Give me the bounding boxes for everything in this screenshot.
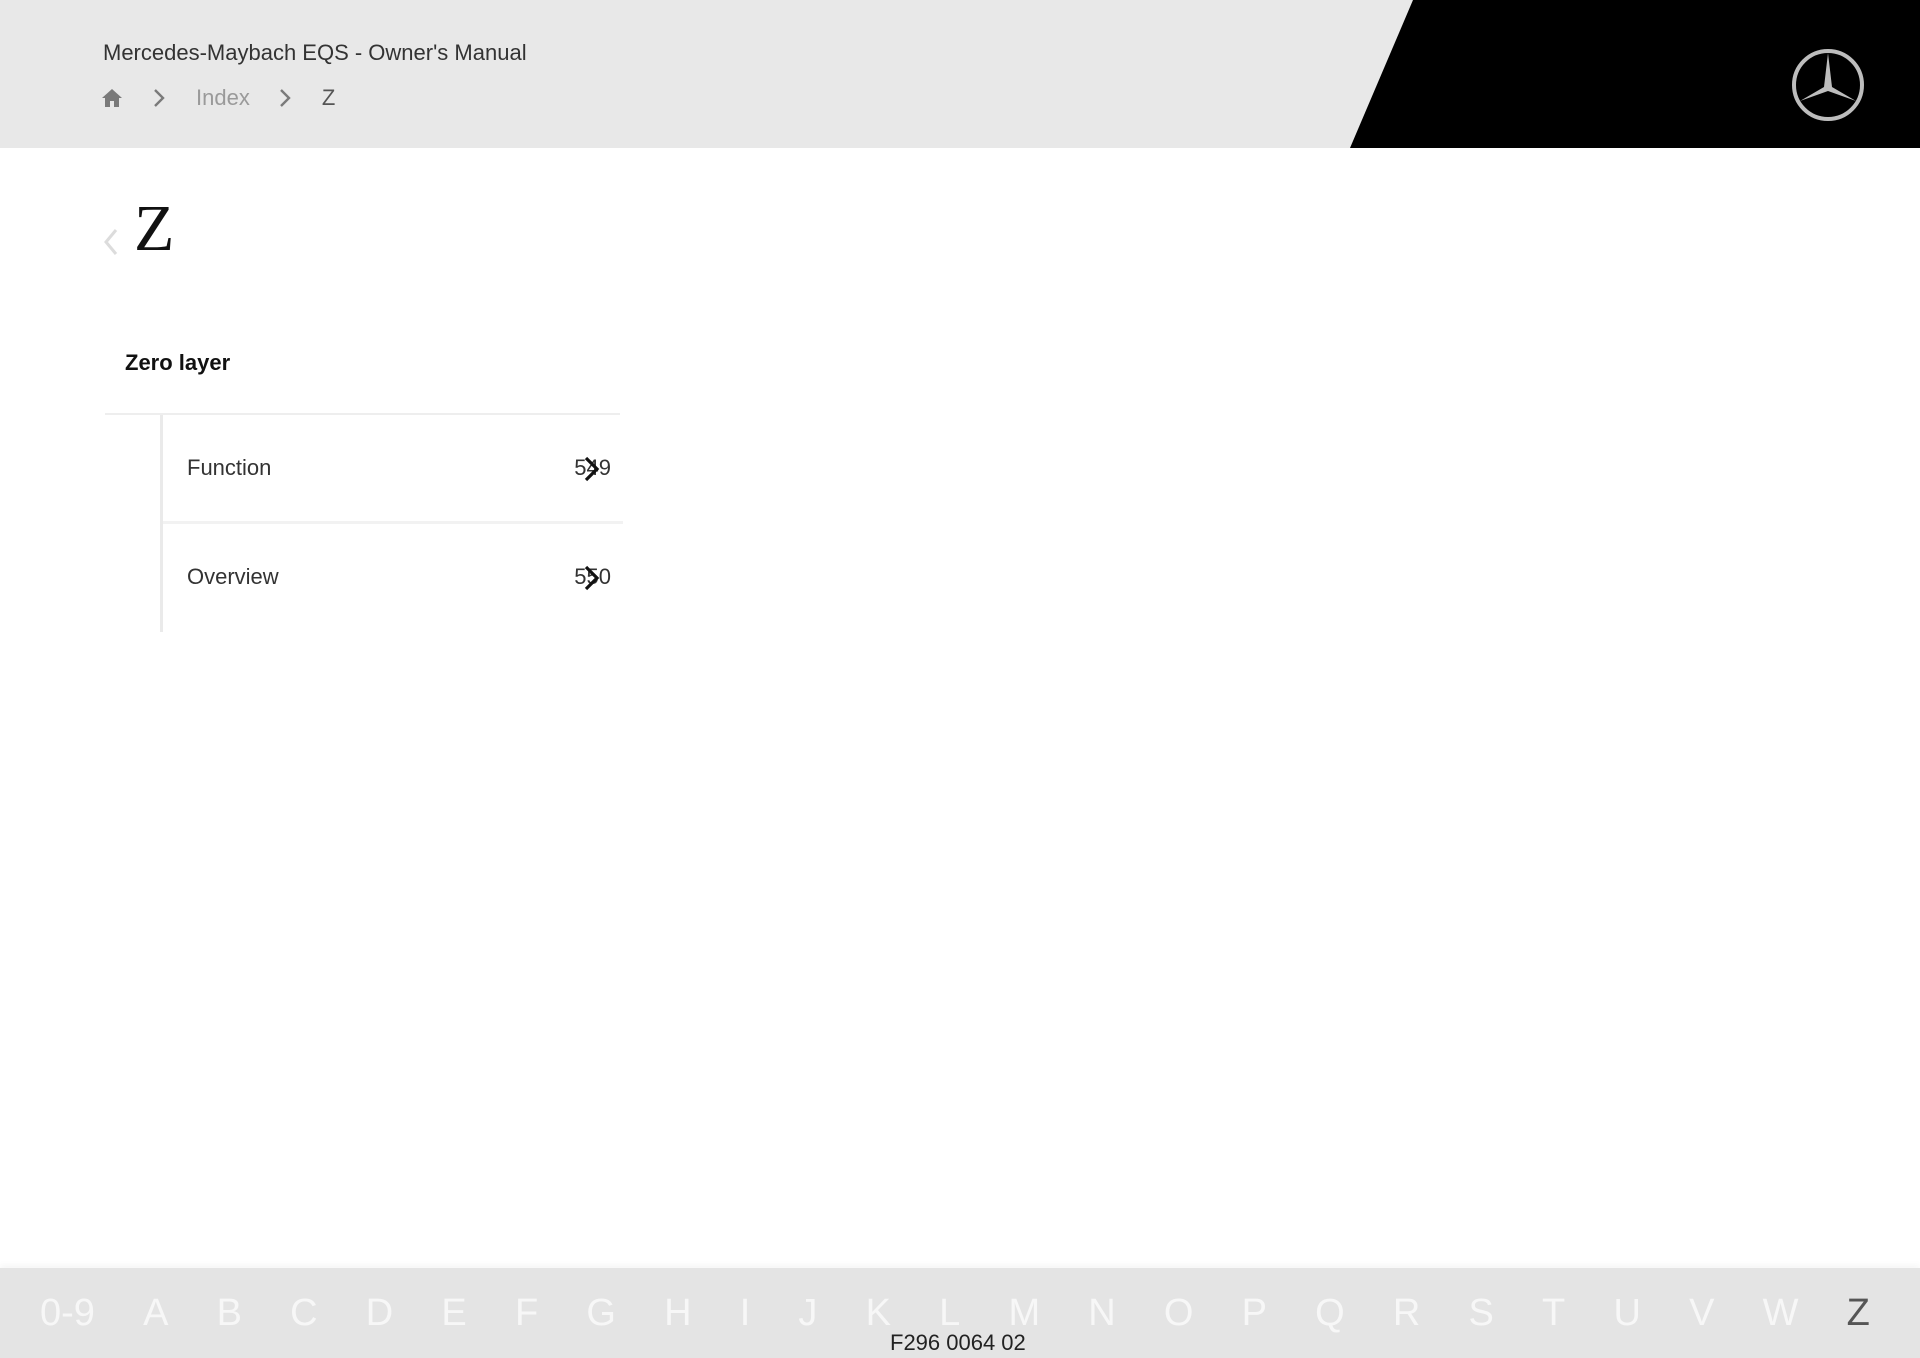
chevron-right-icon: [584, 456, 600, 482]
alphabet-letter-k[interactable]: K: [866, 1292, 891, 1335]
alphabet-letter-l[interactable]: L: [939, 1292, 960, 1335]
alphabet-letter-m[interactable]: M: [1008, 1292, 1040, 1335]
alphabet-letter-i[interactable]: I: [740, 1292, 751, 1335]
alphabet-letter-w[interactable]: W: [1763, 1292, 1799, 1335]
alphabet-letter-j[interactable]: J: [798, 1292, 817, 1335]
alphabet-letter-f[interactable]: F: [515, 1292, 538, 1335]
alphabet-letter-b[interactable]: B: [217, 1292, 242, 1335]
alphabet-letter-r[interactable]: R: [1393, 1292, 1420, 1335]
breadcrumb-index-link[interactable]: Index: [196, 85, 250, 111]
alphabet-letter-h[interactable]: H: [664, 1292, 691, 1335]
home-icon[interactable]: [100, 86, 124, 110]
entry-label: Function: [187, 455, 272, 480]
app-title: Mercedes-Maybach EQS - Owner's Manual: [103, 40, 527, 65]
alphabet-letter-p[interactable]: P: [1242, 1292, 1267, 1335]
document-code: F296 0064 02: [890, 1330, 1026, 1355]
alphabet-letter-c[interactable]: C: [290, 1292, 317, 1335]
entry-label: Overview: [187, 564, 279, 589]
alphabet-letter-t[interactable]: T: [1542, 1292, 1565, 1335]
header: Mercedes-Maybach EQS - Owner's Manual In…: [0, 0, 1920, 148]
alphabet-letter-n[interactable]: N: [1088, 1292, 1115, 1335]
alphabet-letter-s[interactable]: S: [1469, 1292, 1494, 1335]
alphabet-letter-0-9[interactable]: 0-9: [40, 1292, 95, 1335]
group-title: Zero layer: [125, 350, 231, 375]
letter-heading: Z: [134, 192, 175, 265]
alphabet-index-bar: 0-9 A B C D E F G H I J K L M N O P Q R S T U V W Z F296 0064 02: [0, 1268, 1920, 1358]
alphabet-letter-v[interactable]: V: [1689, 1292, 1714, 1335]
list-item[interactable]: Overview 550: [163, 524, 623, 632]
mercedes-star-logo[interactable]: [1790, 47, 1866, 123]
alphabet-nav: 0-9 A B C D E F G H I J K L M N O P Q R S T U V W Z: [40, 1292, 1870, 1335]
list-item[interactable]: Function 549: [163, 415, 623, 524]
chevron-right-icon: [154, 89, 165, 107]
alphabet-letter-q[interactable]: Q: [1315, 1292, 1345, 1335]
alphabet-letter-d[interactable]: D: [366, 1292, 393, 1335]
breadcrumb-current: Z: [321, 85, 336, 110]
alphabet-letter-z[interactable]: Z: [1847, 1292, 1870, 1335]
chevron-right-icon: [584, 565, 600, 591]
alphabet-letter-o[interactable]: O: [1164, 1292, 1194, 1335]
alphabet-letter-u[interactable]: U: [1613, 1292, 1640, 1335]
chevron-right-icon: [279, 89, 291, 107]
alphabet-letter-a[interactable]: A: [143, 1292, 168, 1335]
sub-entry-list: Function 549 Overview 550: [160, 415, 623, 632]
chevron-left-icon[interactable]: [102, 224, 120, 260]
alphabet-letter-e[interactable]: E: [441, 1292, 466, 1335]
alphabet-letter-g[interactable]: G: [586, 1292, 616, 1335]
breadcrumb: Index Z: [100, 84, 335, 112]
